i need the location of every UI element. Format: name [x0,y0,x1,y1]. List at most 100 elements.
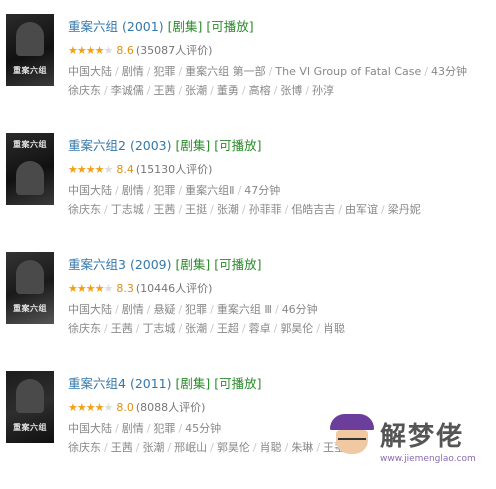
title-row: 重案六组3 (2009) [剧集] [可播放] [68,254,262,273]
rating-row: ★★★★★ 8.4 (15130人评价) [68,161,212,177]
cast-name: 张潮 [185,322,208,335]
info-field: 剧情 [121,65,144,78]
separator: / [273,84,278,97]
cast-name: 肖聪 [323,322,346,335]
cast-name: 王茜 [110,441,133,454]
separator: / [146,203,151,216]
cast-name: 王超 [216,322,239,335]
title-year: (2009) [129,257,172,272]
playable-tag-link[interactable]: [可播放] [214,376,261,391]
info-line: 中国大陆 / 剧情 / 悬疑 / 犯罪 / 重案六组 Ⅲ/46分钟 [68,301,318,317]
info-field: 剧情 [121,184,144,197]
poster-title: 重案六组 [13,423,47,432]
info-field: 重案六组 第一部 [185,65,266,78]
poster-image[interactable]: 重案六组 [6,14,54,86]
separator: / [115,303,119,316]
separator: / [241,322,246,335]
series-tag-link[interactable]: [剧集] [176,138,211,153]
separator: / [167,441,172,454]
cast-name: 朱琳 [291,441,314,454]
star-empty-icon: ★ [103,44,113,57]
rating-votes: (15130人评价) [135,163,213,176]
cast-name: 王茜 [153,84,176,97]
info-field: 中国大陆 [68,184,112,197]
separator: / [381,203,385,216]
separator: / [104,441,108,454]
series-tag-link[interactable]: [剧集] [168,19,203,34]
separator: / [274,303,279,316]
separator: / [316,441,321,454]
playable-tag-link[interactable]: [可播放] [214,257,261,272]
info-field: 中国大陆 [68,65,112,78]
separator: / [146,84,151,97]
cast-line: 徐庆东 / 李诚儒 / 王茜 / 张潮 / 董勇 / 高榕 / 张博 / 孙淳 [68,82,334,98]
separator: / [115,65,119,78]
list-item: 重案六组 重案六组3 (2009) [剧集] [可播放] ★★★★★ 8.3 (10446人… [0,252,496,370]
separator: / [146,184,151,197]
info-line: 中国大陆 / 剧情 / 犯罪 / 重案六组Ⅱ/47分钟 [68,182,280,198]
info-field: 犯罪 [153,65,176,78]
info-field: 犯罪 [153,422,176,435]
title-row: 重案六组2 (2003) [剧集] [可播放] [68,135,262,154]
cast-name: 王茜 [153,203,176,216]
info-field: 悬疑 [153,303,176,316]
separator: / [178,203,183,216]
playable-tag-link[interactable]: [可播放] [214,138,261,153]
title-link[interactable]: 重案六组4 [68,376,126,391]
cast-name: 李诚儒 [110,84,144,97]
cast-name: 张潮 [142,441,165,454]
poster-image[interactable]: 重案六组 [6,252,54,324]
cast-name: 董勇 [216,84,239,97]
star-rating-icon: ★★★★★ [68,282,113,295]
separator: / [104,84,108,97]
watermark-hat-icon [330,414,374,430]
info-field: 43分钟 [430,65,467,78]
star-filled-icon: ★★★★ [68,163,104,176]
cast-name: 丁志城 [110,203,144,216]
separator: / [210,322,214,335]
star-rating-icon: ★★★★★ [68,44,113,57]
info-field: 剧情 [121,303,144,316]
playable-tag-link[interactable]: [可播放] [206,19,253,34]
poster-figure [16,22,44,56]
separator: / [178,322,183,335]
info-field: 47分钟 [244,184,281,197]
separator: / [284,203,289,216]
rating-row: ★★★★★ 8.3 (10446人评价) [68,280,212,296]
title-link[interactable]: 重案六组 [68,19,118,34]
separator: / [115,184,119,197]
star-filled-icon: ★★★★ [68,282,104,295]
cast-name: 蓉卓 [248,322,271,335]
info-field: 45分钟 [185,422,222,435]
separator: / [135,441,140,454]
watermark-glasses-icon [338,438,366,446]
rating-votes: (10446人评价) [135,282,213,295]
separator: / [178,65,183,78]
cast-name: 张博 [280,84,303,97]
cast-name: 徐庆东 [68,84,101,97]
rating-votes: (35087人评价) [135,44,213,57]
separator: / [210,303,214,316]
separator: / [252,441,257,454]
poster-title: 重案六组 [13,140,47,149]
series-tag-link[interactable]: [剧集] [176,257,211,272]
cast-name: 孙菲菲 [248,203,282,216]
cast-name: 张潮 [216,203,239,216]
title-link[interactable]: 重案六组2 [68,138,126,153]
separator: / [210,203,214,216]
cast-name: 梁丹妮 [387,203,421,216]
star-empty-icon: ★ [103,163,113,176]
rating-row: ★★★★★ 8.6 (35087人评价) [68,42,212,58]
rating-score: 8.6 [116,44,134,57]
rating-row: ★★★★★ 8.0 (8088人评价) [68,399,205,415]
poster-image[interactable]: 重案六组 [6,133,54,205]
list-item: 重案六组 重案六组2 (2003) [剧集] [可播放] ★★★★★ 8.4 (15130人… [0,133,496,251]
series-tag-link[interactable]: [剧集] [176,376,211,391]
watermark-url: www.jiemenglao.com [380,454,476,464]
cast-name: 王挺 [185,203,208,216]
separator: / [316,322,321,335]
poster-image[interactable]: 重案六组 [6,371,54,443]
separator: / [241,84,246,97]
poster-title: 重案六组 [13,304,47,313]
title-link[interactable]: 重案六组3 [68,257,126,272]
